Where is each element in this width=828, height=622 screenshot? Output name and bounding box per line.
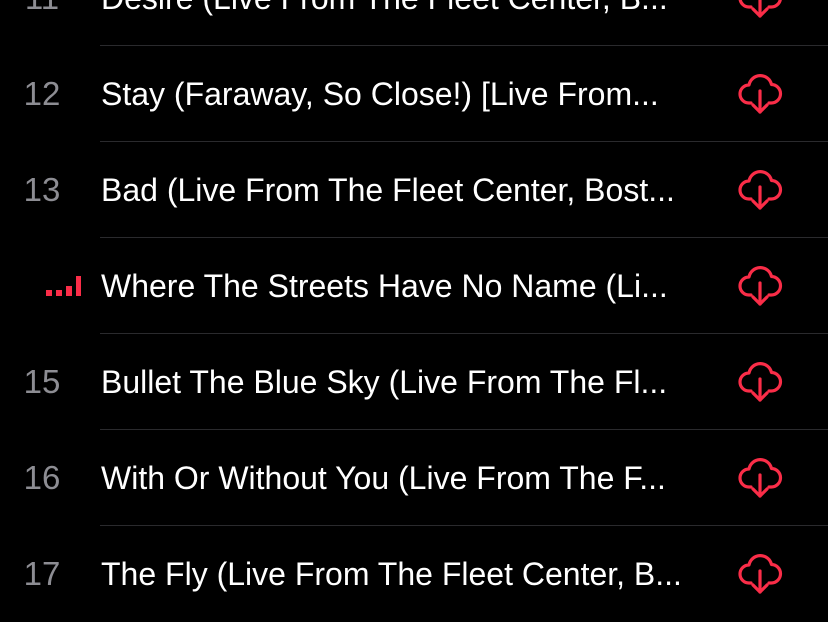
track-row[interactable]: 15 Bullet The Blue Sky (Live From The Fl… <box>0 334 828 430</box>
cloud-download-icon[interactable] <box>736 166 784 214</box>
track-row[interactable]: 17 The Fly (Live From The Fleet Center, … <box>0 526 828 622</box>
track-number: 13 <box>23 171 61 208</box>
track-row[interactable]: 16 With Or Without You (Live From The F.… <box>0 430 828 526</box>
cloud-download-icon[interactable] <box>736 0 784 22</box>
track-title: Bad (Live From The Fleet Center, Bost... <box>101 172 675 208</box>
track-row[interactable]: 13 Bad (Live From The Fleet Center, Bost… <box>0 142 828 238</box>
track-title: With Or Without You (Live From The F... <box>101 460 666 496</box>
track-title: Where The Streets Have No Name (Li... <box>101 268 668 304</box>
track-number: 17 <box>23 555 61 592</box>
track-row-now-playing[interactable]: Where The Streets Have No Name (Li... <box>0 238 828 334</box>
track-title: Bullet The Blue Sky (Live From The Fl... <box>101 364 668 400</box>
track-title: The Fly (Live From The Fleet Center, B..… <box>101 556 682 592</box>
track-list: 11 Desire (Live From The Fleet Center, B… <box>0 0 828 622</box>
track-row[interactable]: 11 Desire (Live From The Fleet Center, B… <box>0 0 828 46</box>
cloud-download-icon[interactable] <box>736 550 784 598</box>
track-title: Desire (Live From The Fleet Center, B... <box>101 0 711 46</box>
track-row[interactable]: 12 Stay (Faraway, So Close!) [Live From.… <box>0 46 828 142</box>
now-playing-bars-icon <box>46 238 86 334</box>
cloud-download-icon[interactable] <box>736 454 784 502</box>
cloud-download-icon[interactable] <box>736 358 784 406</box>
track-number: 15 <box>23 363 61 400</box>
track-title: Stay (Faraway, So Close!) [Live From... <box>101 76 659 112</box>
track-number: 11 <box>0 0 84 46</box>
track-number: 12 <box>23 75 61 112</box>
track-number: 16 <box>23 459 61 496</box>
cloud-download-icon[interactable] <box>736 262 784 310</box>
cloud-download-icon[interactable] <box>736 70 784 118</box>
